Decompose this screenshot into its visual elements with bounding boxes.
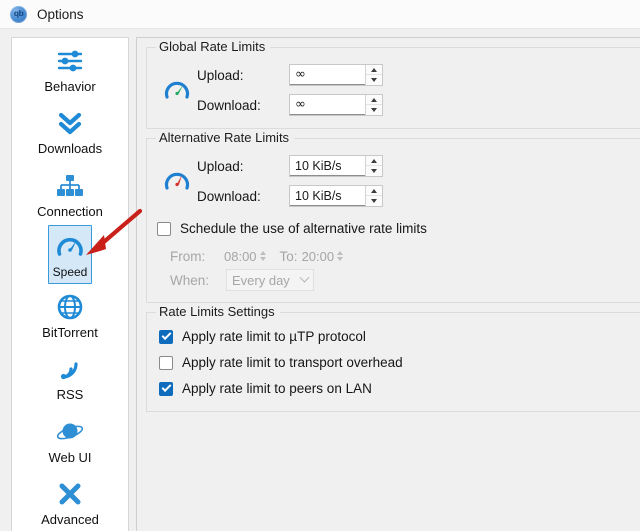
option-row-lan-peers[interactable]: Apply rate limit to peers on LAN [159,377,640,400]
from-time-value[interactable]: 08:00 [224,249,257,264]
app-icon-text: qb [14,10,24,18]
rss-icon [52,353,88,385]
title-bar: qb Options [0,0,640,29]
to-time-spinbox[interactable]: 20:00 [302,249,344,264]
utp-checkbox-label: Apply rate limit to µTP protocol [182,329,366,344]
global-upload-spinbox[interactable]: ∞ [289,64,383,86]
global-download-label: Download: [197,98,289,113]
sidebar-item-bittorrent[interactable]: BitTorrent [12,284,128,346]
schedule-when-row: When: Every day [170,268,640,292]
double-chevron-down-icon [52,107,88,139]
when-dropdown[interactable]: Every day [226,269,314,291]
spin-down-button[interactable] [366,105,382,115]
alt-download-spinbox[interactable]: 10 KiB/s [289,185,383,207]
global-download-spinbox[interactable]: ∞ [289,94,383,116]
window-title: Options [37,7,84,22]
global-upload-value[interactable]: ∞ [290,65,365,85]
alt-upload-label: Upload: [197,159,289,174]
speedometer-red-icon [157,167,197,195]
alt-download-label: Download: [197,189,289,204]
global-upload-spin-buttons[interactable] [365,65,382,85]
speedometer-icon [52,231,88,263]
sidebar-item-label: Web UI [48,451,91,465]
option-row-transport-overhead[interactable]: Apply rate limit to transport overhead [159,351,640,374]
schedule-checkbox-row[interactable]: Schedule the use of alternative rate lim… [157,217,640,240]
sidebar-item-speed[interactable]: Speed [48,225,92,284]
schedule-time-row: From: 08:00 To: 20:00 [170,244,640,268]
sidebar-item-rss[interactable]: RSS [12,346,128,408]
alt-download-row: Download: 10 KiB/s [197,183,640,209]
planet-icon [52,416,88,448]
spin-up-button[interactable] [366,95,382,105]
utp-checkbox[interactable] [159,330,173,344]
sidebar-item-label: Connection [37,205,103,219]
chevron-down-icon [300,272,310,282]
lan-peers-checkbox-label: Apply rate limit to peers on LAN [182,381,372,396]
spin-up-button[interactable] [366,65,382,75]
spin-down-button[interactable] [366,75,382,85]
sidebar-item-label: Downloads [38,142,102,156]
sidebar-item-label: RSS [57,388,84,402]
sidebar-item-label: BitTorrent [42,326,98,340]
speedometer-green-icon [157,76,197,104]
from-time-spinbox[interactable]: 08:00 [224,249,266,264]
alt-download-value[interactable]: 10 KiB/s [290,186,365,206]
group-rate-limits-settings: Rate Limits Settings Apply rate limit to… [146,312,640,412]
to-time-value[interactable]: 20:00 [302,249,335,264]
sidebar-item-downloads[interactable]: Downloads [12,100,128,162]
spin-up-button[interactable] [366,156,382,166]
group-title: Alternative Rate Limits [156,130,294,145]
transport-overhead-checkbox[interactable] [159,356,173,370]
group-alternative-rate-limits: Alternative Rate Limits Upload: [146,138,640,303]
lan-peers-checkbox[interactable] [159,382,173,396]
sliders-icon [52,45,88,77]
spin-down-button[interactable] [366,166,382,176]
qbittorrent-icon: qb [10,6,27,23]
global-download-spin-buttons[interactable] [365,95,382,115]
when-dropdown-value: Every day [232,273,290,288]
group-global-rate-limits: Global Rate Limits Upload: [146,47,640,129]
spin-down-button[interactable] [366,196,382,206]
global-upload-row: Upload: ∞ [197,62,640,88]
alt-upload-value[interactable]: 10 KiB/s [290,156,365,176]
global-download-value[interactable]: ∞ [290,95,365,115]
when-label: When: [170,273,220,288]
sidebar-item-connection[interactable]: Connection [12,163,128,225]
option-row-utp[interactable]: Apply rate limit to µTP protocol [159,325,640,348]
sidebar-item-label: Speed [53,266,88,279]
to-label: To: [280,249,298,264]
settings-panel: Global Rate Limits Upload: [136,37,640,531]
alt-upload-row: Upload: 10 KiB/s [197,153,640,179]
sidebar-item-webui[interactable]: Web UI [12,409,128,471]
network-tree-icon [52,170,88,202]
settings-sidebar[interactable]: Behavior Downloads [11,37,129,531]
global-upload-label: Upload: [197,68,289,83]
to-time-spin-buttons[interactable] [337,250,343,262]
sidebar-item-behavior[interactable]: Behavior [12,38,128,100]
alt-upload-spinbox[interactable]: 10 KiB/s [289,155,383,177]
sidebar-item-label: Advanced [41,513,99,527]
schedule-checkbox-label: Schedule the use of alternative rate lim… [180,221,427,236]
options-dialog: qb Options Behavior [0,0,640,531]
schedule-checkbox[interactable] [157,222,171,236]
tools-icon [52,478,88,510]
group-title: Rate Limits Settings [156,304,280,319]
alt-download-spin-buttons[interactable] [365,186,382,206]
sidebar-item-label: Behavior [44,80,95,94]
from-label: From: [170,249,220,264]
alt-upload-spin-buttons[interactable] [365,156,382,176]
spin-up-button[interactable] [366,186,382,196]
globe-icon [52,291,88,323]
schedule-settings: From: 08:00 To: 20:00 [157,244,640,292]
sidebar-item-advanced[interactable]: Advanced [12,471,128,531]
transport-overhead-checkbox-label: Apply rate limit to transport overhead [182,355,403,370]
global-download-row: Download: ∞ [197,92,640,118]
group-title: Global Rate Limits [156,39,270,54]
from-time-spin-buttons[interactable] [260,250,266,262]
